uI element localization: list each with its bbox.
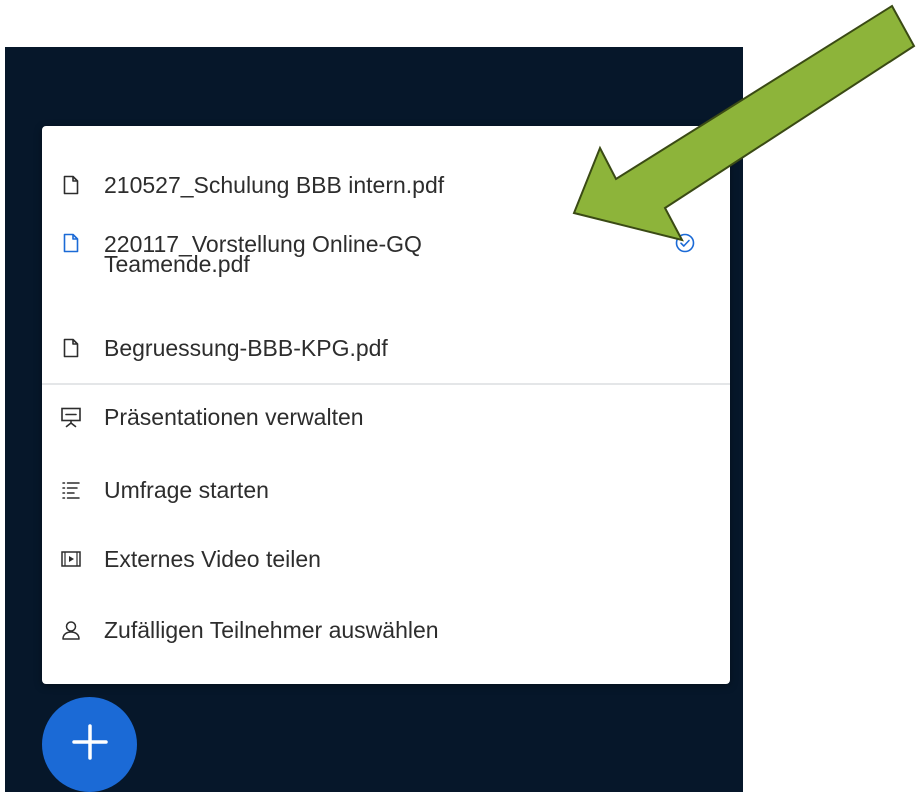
file-icon bbox=[60, 174, 82, 196]
check-circle-icon bbox=[674, 232, 696, 254]
file-icon bbox=[60, 232, 82, 254]
plus-icon bbox=[70, 722, 110, 767]
start-poll-label: Umfrage starten bbox=[104, 477, 269, 503]
share-external-video-label: Externes Video teilen bbox=[104, 546, 321, 572]
menu-divider bbox=[42, 383, 730, 385]
file-icon bbox=[60, 337, 82, 359]
actions-plus-button[interactable] bbox=[42, 697, 137, 792]
presentation-item-label: Begruessung-BBB-KPG.pdf bbox=[104, 335, 388, 361]
presentation-item-3[interactable]: Begruessung-BBB-KPG.pdf bbox=[42, 335, 730, 361]
presentation-item-2[interactable]: 220117_Vorstellung Online-GQ Teamende.pd… bbox=[42, 232, 730, 284]
presentation-icon bbox=[60, 406, 82, 428]
actions-dropdown-menu: 210527_Schulung BBB intern.pdf 220117_Vo… bbox=[42, 126, 730, 684]
poll-icon bbox=[60, 479, 82, 501]
video-icon bbox=[60, 548, 82, 570]
presentation-item-1[interactable]: 210527_Schulung BBB intern.pdf bbox=[42, 172, 730, 198]
user-icon bbox=[60, 619, 82, 641]
presentation-item-label: 220117_Vorstellung Online-GQ Teamende.pd… bbox=[104, 231, 422, 277]
manage-presentations-label: Präsentationen verwalten bbox=[104, 404, 364, 430]
share-external-video-item[interactable]: Externes Video teilen bbox=[42, 546, 730, 572]
presentation-item-label: 210527_Schulung BBB intern.pdf bbox=[104, 172, 445, 198]
manage-presentations-item[interactable]: Präsentationen verwalten bbox=[42, 404, 730, 430]
start-poll-item[interactable]: Umfrage starten bbox=[42, 477, 730, 503]
select-random-user-label: Zufälligen Teilnehmer auswählen bbox=[104, 617, 439, 643]
select-random-user-item[interactable]: Zufälligen Teilnehmer auswählen bbox=[42, 617, 730, 643]
